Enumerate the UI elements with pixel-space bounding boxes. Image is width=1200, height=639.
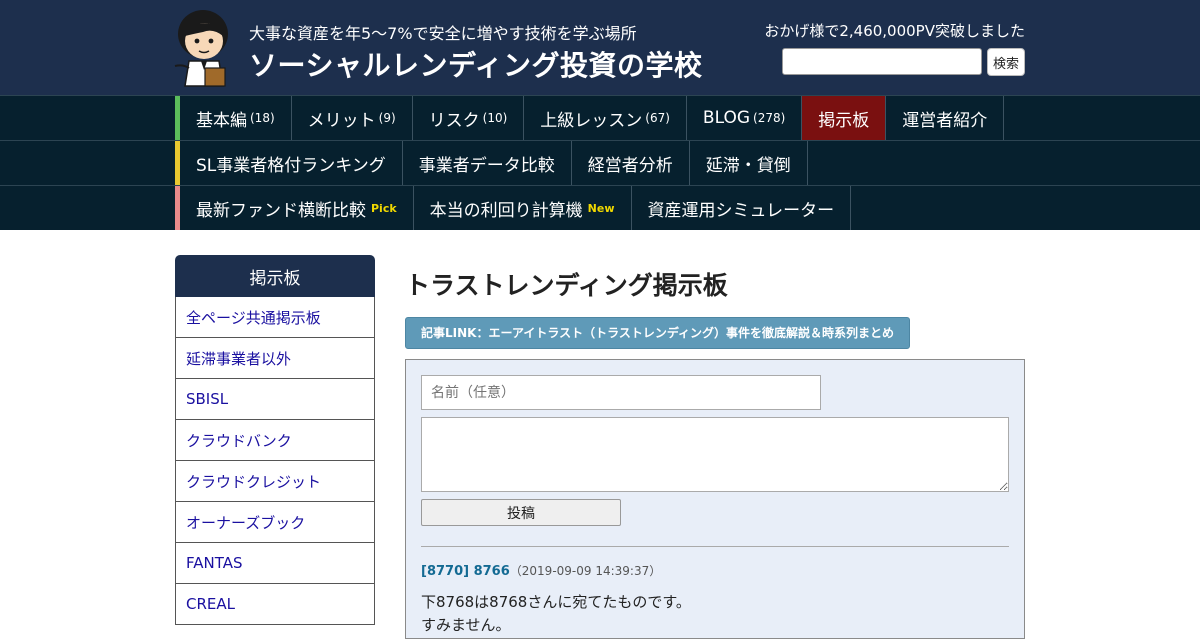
sidebar-item[interactable]: 延滞事業者以外 [176, 338, 374, 379]
nav-item[interactable]: 経営者分析 [572, 141, 690, 185]
post-body-line: 下8768は8768さんに宛てたものです。 [421, 593, 691, 611]
post-id[interactable]: [8770] 8766 [421, 564, 510, 579]
sidebar-item[interactable]: SBISL [176, 379, 374, 420]
sidebar-item[interactable]: クラウドクレジット [176, 461, 374, 502]
nav-item-count: (67) [645, 111, 670, 125]
site-title[interactable]: ソーシャルレンディング投資の学校 [249, 44, 702, 84]
nav-item-label: 最新ファンド横断比較 [196, 200, 366, 221]
nav-item-label: 事業者データ比較 [418, 155, 555, 176]
nav-item-label: リスク [428, 110, 480, 131]
nav-item-label: 経営者分析 [587, 155, 673, 176]
nav-row-2-items: SL事業者格付ランキング 事業者データ比較 経営者分析 延滞・貸倒 [175, 141, 808, 185]
global-nav: 基本編 (18) メリット (9) リスク (10) 上級レッスン (67) BLOG (278)… [0, 95, 1200, 230]
nav-item-count: (10) [482, 111, 508, 125]
site-tagline: 大事な資産を年5～7%で安全に増やす技術を学ぶ場所 [249, 24, 637, 43]
nav-item-label: 本当の利回り計算機 [429, 200, 583, 221]
sidebar-item[interactable]: CREAL [176, 584, 374, 625]
nav-item-count: (9) [378, 111, 396, 125]
nav-item-label: 基本編 [196, 110, 247, 131]
nav-item-badge: New [587, 201, 615, 215]
nav-row-1: 基本編 (18) メリット (9) リスク (10) 上級レッスン (67) BLOG (278)… [0, 95, 1200, 140]
search-button[interactable]: 検索 [987, 48, 1025, 76]
nav-item-label: 運営者紹介 [902, 110, 988, 131]
post-button[interactable]: 投稿 [421, 499, 621, 526]
nav-item[interactable]: 事業者データ比較 [403, 141, 572, 185]
nav-item-count: (18) [250, 111, 275, 125]
nav-item[interactable]: 掲示板 [802, 96, 887, 140]
sidebar: 掲示板 全ページ共通掲示板 延滞事業者以外 SBISL クラウドバンク クラウドクレジッ… [175, 255, 375, 625]
sidebar-item[interactable]: FANTAS [176, 543, 374, 584]
sidebar-list: 全ページ共通掲示板 延滞事業者以外 SBISL クラウドバンク クラウドクレジット オーナ… [175, 297, 375, 625]
post-date: （2019-09-09 14:39:37） [509, 564, 662, 578]
nav-row-2: SL事業者格付ランキング 事業者データ比較 経営者分析 延滞・貸倒 [0, 140, 1200, 185]
mascot-avatar-icon[interactable] [173, 6, 235, 88]
page-title: トラストレンディング掲示板 [405, 271, 728, 300]
sidebar-item[interactable]: オーナーズブック [176, 502, 374, 543]
search-input[interactable] [782, 48, 982, 75]
nav-item-label: メリット [307, 110, 376, 131]
nav-row-3-items: 最新ファンド横断比較 Pick 本当の利回り計算機 New 資産運用シミュレーター [175, 186, 852, 230]
nav-item[interactable]: 資産運用シミュレーター [632, 186, 852, 230]
nav-item-label: 資産運用シミュレーター [647, 200, 835, 221]
nav-item-label: 上級レッスン [540, 110, 643, 131]
nav-item-badge: Pick [371, 201, 397, 215]
nav-item-label: SL事業者格付ランキング [196, 155, 386, 176]
bbs-board: 投稿 [8770] 8766（2019-09-09 14:39:37） 下876… [405, 359, 1025, 639]
site-header: 大事な資産を年5～7%で安全に増やす技術を学ぶ場所 ソーシャルレンディング投資の… [0, 0, 1200, 95]
nav-item[interactable]: 延滞・貸倒 [690, 141, 808, 185]
nav-item-label: 延滞・貸倒 [705, 155, 791, 176]
nav-item[interactable]: BLOG (278) [687, 96, 803, 140]
sidebar-item[interactable]: クラウドバンク [176, 420, 374, 461]
post-divider [421, 546, 1009, 547]
nav-row-1-items: 基本編 (18) メリット (9) リスク (10) 上級レッスン (67) BLOG (278)… [175, 96, 1005, 140]
message-textarea[interactable] [421, 417, 1009, 492]
nav-item[interactable]: 基本編 (18) [180, 96, 292, 140]
name-input[interactable] [421, 375, 821, 410]
nav-item-count: (278) [753, 111, 786, 125]
nav-item[interactable]: SL事業者格付ランキング [180, 141, 403, 185]
nav-item[interactable]: メリット (9) [292, 96, 413, 140]
nav-row-3: 最新ファンド横断比較 Pick 本当の利回り計算機 New 資産運用シミュレーター [0, 185, 1200, 230]
main-content: トラストレンディング掲示板 記事LINK：エーアイトラスト（トラストレンディング… [405, 255, 1025, 639]
nav-item[interactable]: リスク (10) [413, 96, 525, 140]
sidebar-item[interactable]: 全ページ共通掲示板 [176, 297, 374, 338]
nav-item[interactable]: 上級レッスン (67) [524, 96, 687, 140]
nav-item[interactable]: 最新ファンド横断比較 Pick [180, 186, 414, 230]
nav-item[interactable]: 本当の利回り計算機 New [414, 186, 632, 230]
nav-item[interactable]: 運営者紹介 [886, 96, 1005, 140]
post-body-line: すみません。 [421, 616, 511, 634]
nav-item-label: 掲示板 [818, 110, 870, 131]
nav-item-label: BLOG [702, 108, 751, 128]
pageview-count-text: おかげ様で2,460,000PV突破しました [764, 22, 1025, 40]
post-header: [8770] 8766（2019-09-09 14:39:37） [421, 560, 661, 579]
article-link-button[interactable]: 記事LINK：エーアイトラスト（トラストレンディング）事件を徹底解説＆時系列まと… [405, 317, 911, 349]
sidebar-title: 掲示板 [175, 255, 375, 297]
